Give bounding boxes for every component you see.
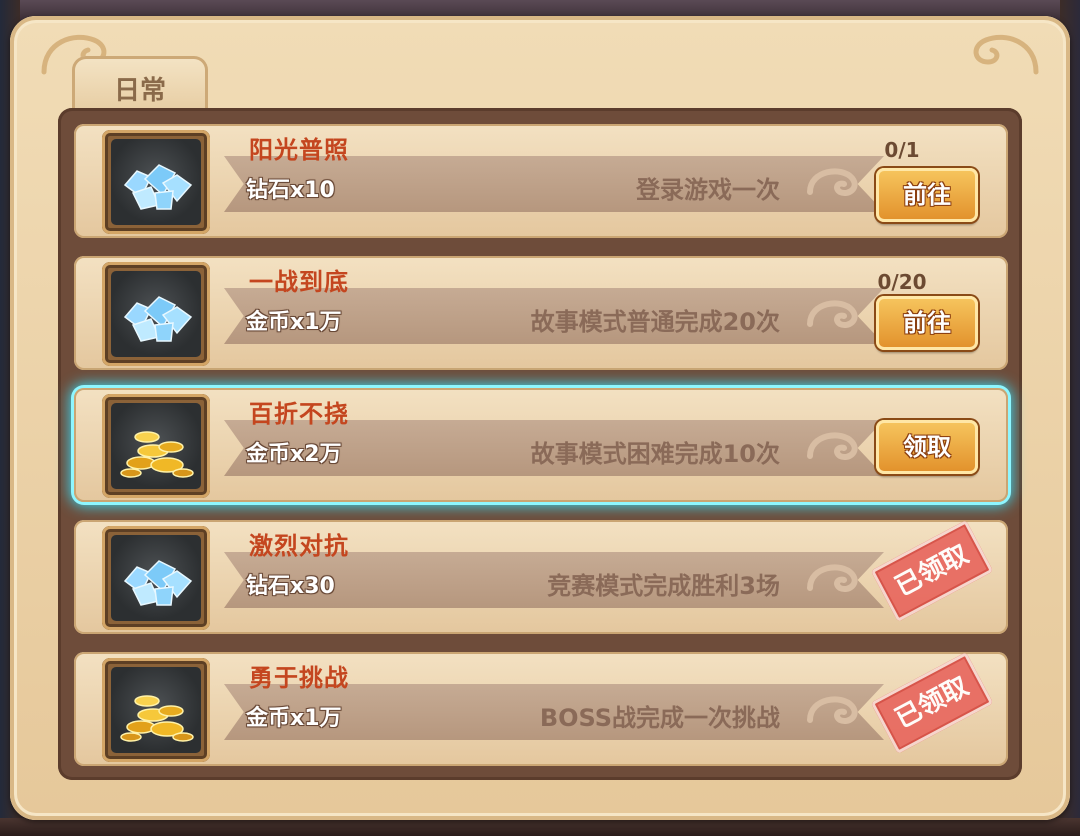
task-description: BOSS战完成一次挑战 [539,704,780,732]
task-progress: 0/1 [884,138,920,162]
claim-button[interactable]: 领取 [876,420,978,474]
gold-coin-icon [120,431,194,478]
ribbon-swirl-icon [807,300,858,328]
ribbon-swirl-icon [807,432,858,460]
task-title: 激烈对抗 [249,532,349,560]
reward-item-slot [102,262,210,366]
task-progress: 0/20 [877,270,927,294]
claimed-stamp: 已领取 [870,652,994,754]
claimed-stamp: 已领取 [870,520,994,622]
diamond-icon [123,560,193,606]
task-row-1: 阳光普照 钻石x10 登录游戏一次 0/1 前往 [74,124,1008,238]
background-bottom-nav [0,818,1080,836]
task-reward: 金币x1万 [246,706,342,731]
ribbon-swirl-icon [807,564,858,592]
reward-item-slot [102,130,210,234]
go-button[interactable]: 前往 [876,168,978,222]
ribbon-swirl-icon [807,168,858,196]
task-reward: 金币x1万 [246,310,342,335]
diamond-icon [123,164,193,210]
task-title: 勇于挑战 [249,664,349,692]
task-reward: 钻石x30 [246,574,335,599]
reward-item-slot [102,658,210,762]
reward-item-slot [102,394,210,498]
task-reward: 钻石x10 [246,178,335,203]
tab-daily[interactable]: 日常 [72,56,208,112]
task-description: 登录游戏一次 [636,176,780,204]
go-button[interactable]: 前往 [876,296,978,350]
gold-coin-icon [120,695,194,742]
task-description: 故事模式普通完成20次 [530,308,780,336]
tab-daily-label: 日常 [113,76,166,106]
task-row-2: 一战到底 金币x1万 故事模式普通完成20次 0/20 前往 [74,256,1008,370]
task-reward: 金币x2万 [246,442,342,467]
task-row-5: 勇于挑战 金币x1万 BOSS战完成一次挑战 已领取 [74,652,1008,766]
task-title: 阳光普照 [249,136,349,164]
task-row-4: 激烈对抗 钻石x30 竞赛模式完成胜利3场 已领取 [74,520,1008,634]
diamond-icon [123,296,193,342]
task-description: 故事模式困难完成10次 [530,440,780,468]
reward-item-slot [102,526,210,630]
task-description: 竞赛模式完成胜利3场 [547,572,780,600]
task-title: 一战到底 [249,268,349,296]
ribbon-swirl-icon [807,696,858,724]
task-row-3: 百折不挠 金币x2万 故事模式困难完成10次 领取 [74,388,1008,502]
corner-ornament-right-icon [973,34,1039,75]
task-title: 百折不挠 [249,400,349,428]
